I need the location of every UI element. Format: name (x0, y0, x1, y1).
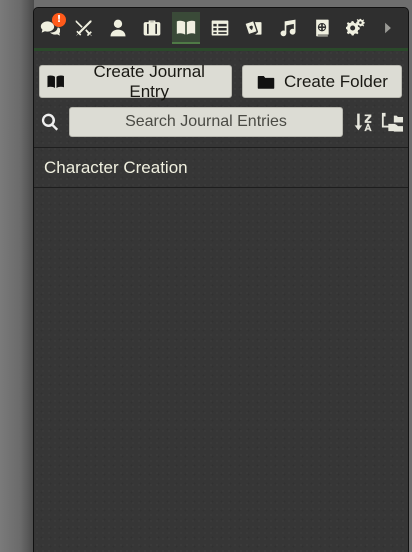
sidebar-tabs: ! (34, 8, 408, 51)
list-item[interactable]: Character Creation (34, 148, 408, 187)
search-icon (40, 112, 60, 132)
tab-compendium[interactable] (308, 12, 336, 44)
notification-badge: ! (52, 13, 66, 27)
cards-icon (245, 21, 262, 35)
folder-icon (257, 75, 275, 89)
sidebar-panel: ! Create Journal Entry Create Folder Sea… (33, 7, 409, 552)
collapse-folders-button[interactable] (380, 111, 404, 133)
book-open-icon (176, 20, 196, 35)
background-canvas (0, 0, 34, 552)
create-folder-label: Create Folder (284, 71, 388, 91)
tab-collapse[interactable] (376, 12, 400, 44)
caret-right-icon (385, 22, 391, 34)
tab-settings[interactable] (342, 12, 370, 44)
tab-journal[interactable] (172, 12, 200, 44)
crossed-swords-icon (75, 20, 92, 37)
tab-playlists[interactable] (274, 12, 302, 44)
tab-combat[interactable] (70, 12, 98, 44)
search-bar (34, 107, 408, 139)
tab-chat[interactable]: ! (36, 12, 66, 44)
create-folder-button[interactable]: Create Folder (242, 65, 402, 98)
divider (34, 187, 408, 188)
user-icon (110, 19, 126, 37)
folder-tree-icon (381, 112, 403, 132)
table-list-icon (211, 20, 229, 36)
tab-actors[interactable] (104, 12, 132, 44)
suitcase-icon (143, 20, 161, 36)
create-journal-entry-label: Create Journal Entry (93, 61, 205, 101)
sort-alpha-icon (354, 113, 372, 132)
search-input[interactable] (69, 107, 343, 137)
tab-items[interactable] (138, 12, 166, 44)
cogs-icon (346, 18, 365, 36)
music-icon (280, 19, 296, 37)
book-open-icon (47, 75, 64, 88)
create-journal-entry-button[interactable]: Create Journal Entry (39, 62, 232, 101)
sort-button[interactable] (353, 111, 373, 133)
tab-cards[interactable] (240, 12, 268, 44)
tab-tables[interactable] (206, 12, 234, 44)
atlas-icon (316, 19, 329, 37)
